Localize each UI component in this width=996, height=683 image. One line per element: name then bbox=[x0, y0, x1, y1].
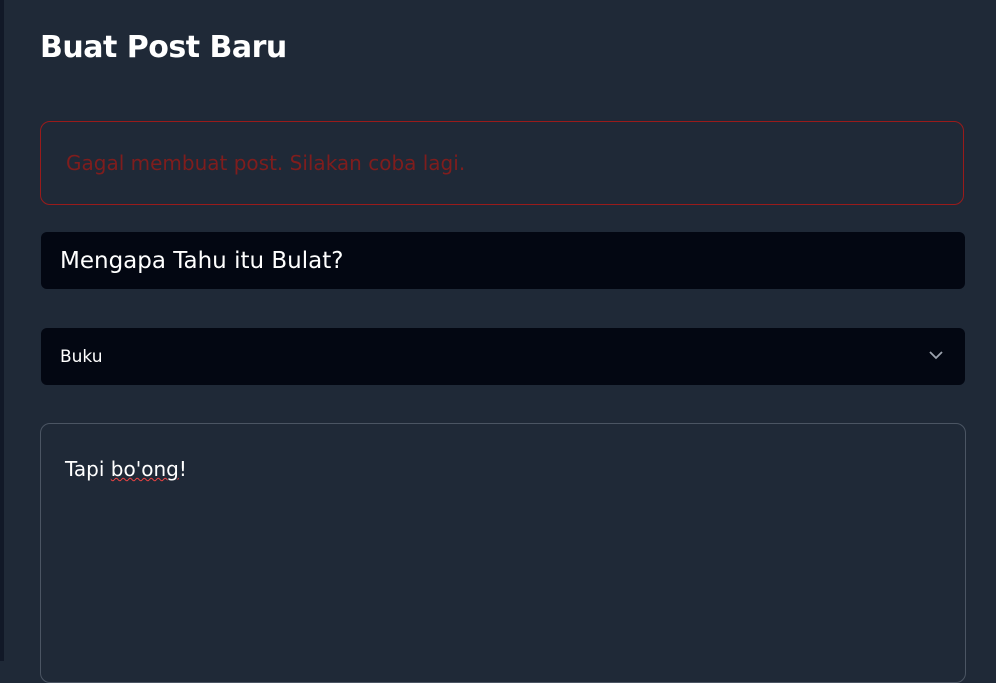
content-textarea[interactable]: Tapi bo'ong! bbox=[40, 423, 966, 683]
title-input[interactable]: Mengapa Tahu itu Bulat? bbox=[41, 232, 965, 289]
content-text: Tapi bbox=[65, 457, 111, 481]
category-select[interactable]: Buku bbox=[41, 328, 965, 385]
category-select-value: Buku bbox=[60, 346, 103, 367]
page-title: Buat Post Baru bbox=[40, 30, 287, 65]
sidebar-edge bbox=[0, 0, 4, 661]
title-input-value: Mengapa Tahu itu Bulat? bbox=[60, 247, 344, 274]
error-message: Gagal membuat post. Silakan coba lagi. bbox=[66, 151, 466, 175]
misspelled-word: bo'ong bbox=[110, 457, 179, 481]
error-alert: Gagal membuat post. Silakan coba lagi. bbox=[40, 121, 964, 205]
chevron-down-icon bbox=[929, 351, 943, 360]
content-text-end: ! bbox=[178, 457, 187, 481]
